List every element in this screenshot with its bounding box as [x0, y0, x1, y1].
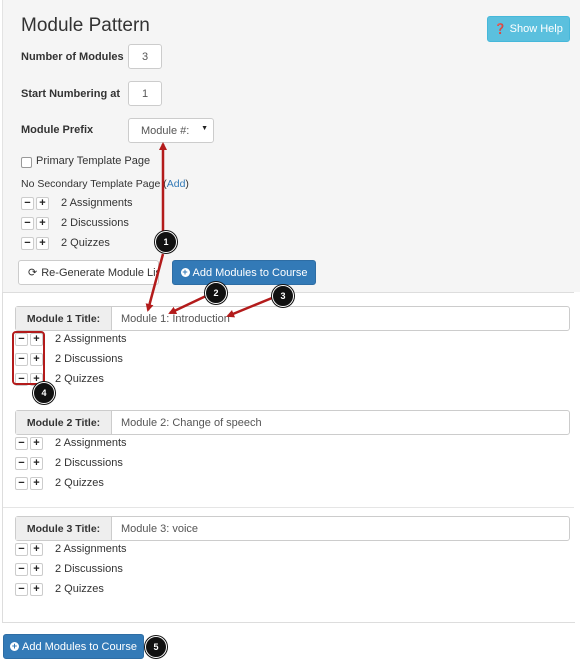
callout-marker: 2: [205, 282, 227, 304]
arrow-3: [226, 296, 273, 318]
arrow-2: [168, 294, 207, 315]
callout-marker: 1: [155, 231, 177, 253]
annotation-arrows: [145, 142, 273, 318]
callout-marker: 4: [33, 382, 55, 404]
callout-marker: 5: [145, 636, 167, 658]
arrow-1-down: [145, 253, 165, 312]
callout-marker: 3: [272, 285, 294, 307]
